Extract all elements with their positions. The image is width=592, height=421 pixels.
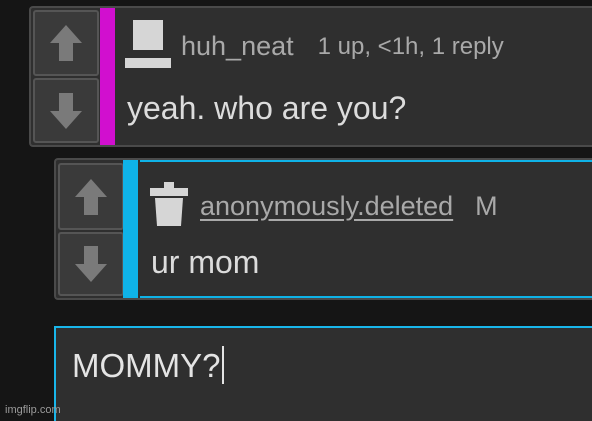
downvote-arrow-icon [75, 246, 107, 282]
comment-username[interactable]: huh_neat [181, 31, 294, 62]
text-caret [221, 346, 224, 384]
vote-controls [31, 8, 101, 145]
comment-text: ur mom [151, 244, 260, 280]
reply-input[interactable]: MOMMY? [54, 326, 592, 421]
comment-meta: 1 up, <1h, 1 reply [317, 32, 504, 60]
downvote-button[interactable] [33, 78, 99, 143]
downvote-arrow-icon [50, 92, 82, 129]
reply-input-text[interactable]: MOMMY? [72, 346, 224, 385]
comment-thread: huh_neat 1 up, <1h, 1 reply yeah. who ar… [0, 0, 592, 421]
upvote-arrow-icon [75, 178, 107, 215]
comment-username[interactable]: anonymously.deleted [200, 191, 453, 222]
downvote-button[interactable] [58, 232, 124, 296]
deleted-user-icon [146, 180, 192, 233]
comment-depth-stripe [100, 8, 115, 145]
upvote-arrow-icon [50, 25, 82, 61]
comment: huh_neat 1 up, <1h, 1 reply yeah. who ar… [29, 6, 592, 147]
watermark: imgflip.com [5, 404, 61, 416]
comment-body: anonymously.deleted M ur mom [140, 160, 592, 298]
comment-depth-stripe [123, 160, 138, 298]
user-avatar-icon[interactable] [123, 18, 173, 75]
comment-header: huh_neat 1 up, <1h, 1 reply [123, 18, 504, 75]
comment-text: yeah. who are you? [127, 90, 407, 126]
upvote-button[interactable] [58, 163, 124, 230]
comment-body: huh_neat 1 up, <1h, 1 reply yeah. who ar… [117, 8, 592, 145]
vote-controls [56, 160, 126, 298]
comment-meta: M [475, 191, 498, 221]
upvote-button[interactable] [33, 10, 99, 76]
comment-header: anonymously.deleted M [146, 180, 498, 233]
reply-input-value: MOMMY? [72, 347, 221, 384]
comment: anonymously.deleted M ur mom [54, 158, 592, 300]
